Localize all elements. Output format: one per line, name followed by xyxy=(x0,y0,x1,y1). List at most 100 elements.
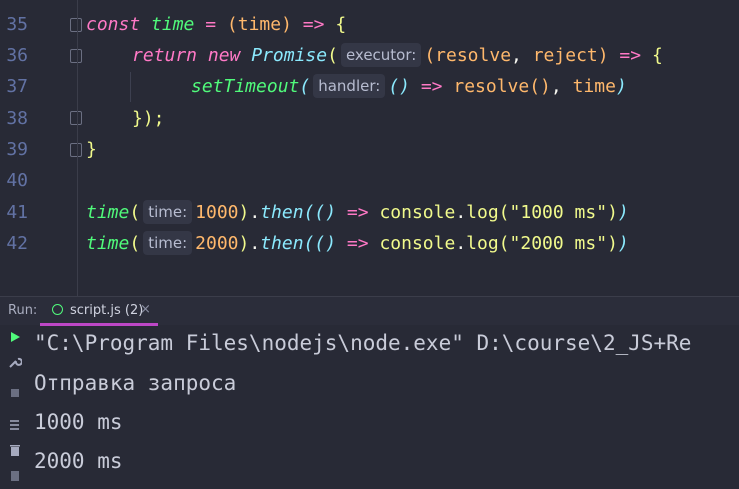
paren: ( xyxy=(299,76,311,97)
line-number: 40 xyxy=(6,170,28,191)
console-output-line: Отправка запроса xyxy=(34,371,237,395)
parameter-hint: time: xyxy=(143,200,193,224)
comma: , xyxy=(550,76,573,97)
dot: . xyxy=(249,202,261,223)
fold-marker-icon[interactable] xyxy=(70,143,82,157)
arrow: => xyxy=(336,233,380,254)
line-number: 37 xyxy=(6,76,28,97)
comma: , xyxy=(511,45,533,66)
parameter: reject xyxy=(532,45,598,66)
line-number: 36 xyxy=(6,45,28,66)
paren: ( xyxy=(129,202,141,223)
close-icon[interactable]: × xyxy=(140,302,151,317)
paren: ( xyxy=(303,202,315,223)
paren: ) xyxy=(617,202,629,223)
code-line-38: }); xyxy=(132,103,165,134)
paren: ( xyxy=(498,233,510,254)
identifier: console xyxy=(379,202,456,223)
run-tab-script[interactable]: script.js (2) × xyxy=(40,297,158,326)
line-number: 41 xyxy=(6,202,28,223)
nodejs-icon xyxy=(52,304,63,315)
number-literal: 2000 xyxy=(195,233,239,254)
string-literal: "1000 ms" xyxy=(509,202,608,223)
paren: ) xyxy=(238,202,250,223)
paren: ( xyxy=(129,233,141,254)
method: log xyxy=(466,202,499,223)
identifier: resolve xyxy=(453,76,530,97)
string-literal: "2000 ms" xyxy=(509,233,608,254)
stop-icon[interactable] xyxy=(8,387,22,401)
wrench-icon[interactable] xyxy=(8,355,23,369)
dot: . xyxy=(249,233,261,254)
run-toolstrip xyxy=(0,325,28,489)
run-label: Run: xyxy=(8,303,38,318)
paren: () xyxy=(529,76,551,97)
paren: () xyxy=(388,76,410,97)
paren: ) xyxy=(238,233,250,254)
paren: () xyxy=(314,233,337,254)
function-call: time xyxy=(86,233,130,254)
brace: { xyxy=(651,45,663,66)
paren: ( xyxy=(327,45,338,66)
parameter: time xyxy=(237,14,282,35)
paren: ( xyxy=(226,14,238,35)
console-output-line: "C:\Program Files\nodejs\node.exe" D:\co… xyxy=(34,331,692,355)
method: then xyxy=(260,233,304,254)
identifier: console xyxy=(379,233,456,254)
run-header: Run: script.js (2) × xyxy=(0,297,739,326)
paren: ( xyxy=(498,202,510,223)
number-literal: 1000 xyxy=(195,202,239,223)
paren: ) xyxy=(607,233,618,254)
code-editor[interactable]: 35 36 37 38 39 40 41 42 const time = (ti… xyxy=(0,0,739,296)
dot: . xyxy=(455,233,467,254)
method: log xyxy=(466,233,499,254)
editor-gutter: 35 36 37 38 39 40 41 42 xyxy=(0,0,82,296)
arrow: => xyxy=(291,14,336,35)
line-number-partial xyxy=(0,259,28,271)
paren: ) xyxy=(281,14,292,35)
code-line-36: return new Promise(executor: (resolve, re… xyxy=(132,40,663,71)
paren: ) xyxy=(607,202,618,223)
keyword: const xyxy=(86,14,141,35)
console-output-line: 1000 ms xyxy=(34,410,123,434)
code-line-37: setTimeout(handler:() => resolve(), time… xyxy=(191,71,627,102)
keyword: new xyxy=(207,45,241,66)
run-panel: Run: script.js (2) × "C:\Program Files\n… xyxy=(0,296,739,489)
closing-statement: }); xyxy=(132,108,165,129)
arrow: => xyxy=(410,76,454,97)
parameter: resolve xyxy=(435,45,512,66)
parameter-hint: handler: xyxy=(313,74,386,98)
play-icon[interactable] xyxy=(8,331,22,345)
soft-wrap-icon[interactable] xyxy=(8,417,22,431)
trash-icon[interactable] xyxy=(8,443,22,457)
paren: ) xyxy=(617,233,629,254)
paren: ( xyxy=(303,233,315,254)
operator: = xyxy=(194,14,227,35)
keyword: return xyxy=(132,45,198,66)
console-output-line: 2000 ms xyxy=(34,449,123,473)
code-line-41: time(time: 1000).then(() => console.log("… xyxy=(86,197,629,228)
line-number: 42 xyxy=(6,233,28,254)
code-line-35: const time = (time) => { xyxy=(86,9,346,40)
method: then xyxy=(260,202,304,223)
run-tab-label: script.js (2) xyxy=(70,303,144,318)
paren: ( xyxy=(424,45,436,66)
indent-guide xyxy=(130,72,131,102)
code-line-39: } xyxy=(86,134,97,165)
fold-marker-icon[interactable] xyxy=(70,18,82,32)
code-line-42: time(time: 2000).then(() => console.log("… xyxy=(86,228,629,259)
function-call: setTimeout xyxy=(191,76,300,97)
function-call: time xyxy=(86,202,130,223)
line-number: 38 xyxy=(6,108,28,129)
line-number: 35 xyxy=(6,14,28,35)
fold-marker-icon[interactable] xyxy=(70,111,82,125)
class-name: Promise xyxy=(251,45,328,66)
brace: { xyxy=(335,14,347,35)
identifier: time xyxy=(151,14,195,35)
more-icon[interactable] xyxy=(8,469,22,483)
line-number: 39 xyxy=(6,139,28,160)
fold-marker-icon[interactable] xyxy=(70,49,82,63)
paren: ) xyxy=(597,45,609,66)
parameter-hint: executor: xyxy=(340,43,422,67)
brace: } xyxy=(86,139,97,160)
